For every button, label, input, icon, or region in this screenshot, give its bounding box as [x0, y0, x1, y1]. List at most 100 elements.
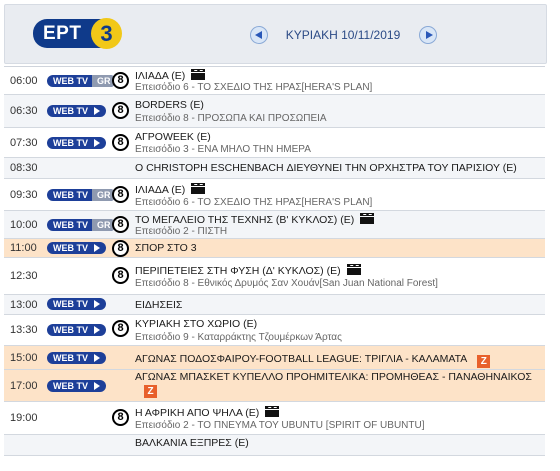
row-time: 09:30 — [10, 189, 38, 201]
schedule-row[interactable]: 12:30 8 ΠΕΡΙΠΕΤΕΙΕΣ ΣΤΗ ΦΥΣΗ (Δ' ΚΥΚΛΟΣ)… — [4, 258, 545, 295]
play-arrow-icon — [94, 244, 100, 252]
webtv-badge[interactable]: WEB TV — [47, 242, 106, 254]
next-day-button[interactable] — [419, 26, 437, 44]
webtv-badge[interactable]: WEB TV — [47, 352, 106, 364]
program-title[interactable]: ΚΥΡΙΑΚΗ ΣΤΟ ΧΩΡΙΟ (E) — [135, 318, 257, 330]
arrow-right-icon — [426, 31, 433, 39]
clapperboard-icon — [346, 264, 361, 275]
webtv-label: WEB TV — [53, 243, 88, 253]
program-title: ΑΓΩΝΑΣ ΠΟΔΟΣΦΑΙΡΟΥ-FOOTBALL LEAGUE: ΤΡΙΓ… — [135, 353, 468, 365]
rating-8-icon: 8 — [112, 134, 129, 151]
program-title[interactable]: BORDERS (E) — [135, 99, 204, 111]
row-time: 13:00 — [10, 299, 38, 311]
rating-8-icon: 8 — [112, 409, 129, 426]
program-title: ΙΛΙΑΔΑ (E) — [135, 70, 186, 82]
program-title: Η ΑΦΡΙΚΗ ΑΠΟ ΨΗΛΑ (E) — [135, 407, 260, 419]
webtv-label: WEB TV — [53, 353, 88, 363]
logo-number: 3 — [91, 18, 122, 49]
clapperboard-icon — [191, 183, 206, 194]
rating-8-icon: 8 — [112, 102, 129, 119]
schedule-row[interactable]: 07:30 WEB TV 8 ΑΓΡΟWEEK (E) Επεισόδιο 3 … — [4, 128, 545, 158]
episode-title: Επεισόδιο 8 - ΠΡΟΣΩΠΑ ΚΑΙ ΠΡΟΣΩΠΕΙΑ — [135, 113, 327, 124]
program-title[interactable]: Ο CHRISTOPH ESCHENBACH ΔΙΕΥΘΥΝΕΙ ΤΗΝ ΟΡΧ… — [135, 162, 517, 174]
schedule-row[interactable]: 09:30 WEB TV GR 8 ΙΛΙΑΔΑ (E) Επεισόδιο 6 … — [4, 179, 545, 211]
episode-title: Επεισόδιο 6 - ΤΟ ΣΧΕΔΙΟ ΤΗΣ ΗΡΑΣ[HERA'S … — [135, 197, 373, 208]
zapping-icon[interactable]: Z — [144, 385, 157, 398]
program-title: ΙΛΙΑΔΑ (E) — [135, 184, 186, 196]
webtv-label: WEB TV — [53, 220, 88, 230]
episode-title: Επεισόδιο 9 - Καταρράκτης Τζουμέρκων Άρτ… — [135, 332, 342, 343]
episode-title: Επεισόδιο 2 - ΤΟ ΠΝΕΥΜΑ ΤΟΥ UBUNTU [SPIR… — [135, 420, 425, 431]
schedule-row[interactable]: 08:30 Ο CHRISTOPH ESCHENBACH ΔΙΕΥΘΥΝΕΙ Τ… — [4, 158, 545, 179]
program-title-line[interactable]: ΠΕΡΙΠΕΤΕΙΕΣ ΣΤΗ ΦΥΣΗ (Δ' ΚΥΚΛΟΣ) (E) — [135, 264, 361, 277]
schedule-row[interactable]: 19:00 8 Η ΑΦΡΙΚΗ ΑΠΟ ΨΗΛΑ (E) Επεισόδιο … — [4, 402, 545, 435]
row-time: 12:30 — [10, 270, 38, 282]
program-title[interactable]: ΑΓΡΟWEEK (E) — [135, 131, 211, 143]
row-time: 13:30 — [10, 324, 38, 336]
clapperboard-icon — [191, 69, 206, 80]
row-time: 06:30 — [10, 105, 38, 117]
row-time: 10:00 — [10, 219, 38, 231]
rating-8-icon: 8 — [112, 186, 129, 203]
clapperboard-icon — [265, 406, 280, 417]
play-arrow-icon — [94, 139, 100, 147]
schedule-list: 06:00 WEB TV GR 8 ΙΛΙΑΔΑ (E) Επεισόδιο 6 … — [4, 66, 545, 456]
webtv-badge[interactable]: WEB TV — [47, 298, 106, 310]
program-title[interactable]: ΕΙΔΗΣΕΙΣ — [135, 299, 182, 311]
program-title[interactable]: ΒΑΛΚΑΝΙΑ ΕΞΠΡΕΣ (E) — [135, 437, 249, 449]
play-arrow-icon — [94, 107, 100, 115]
arrow-left-icon — [255, 31, 262, 39]
webtv-label: WEB TV — [53, 190, 88, 200]
program-title-line[interactable]: ΤΟ ΜΕΓΑΛΕΙΟ ΤΗΣ ΤΕΧΝΗΣ (Β' ΚΥΚΛΟΣ) (E) — [135, 213, 375, 226]
program-title[interactable]: ΑΓΩΝΑΣ ΜΠΑΣΚΕΤ ΚΥΠΕΛΛΟ ΠΡΟΗΜΙΤΕΛΙΚΑ: ΠΡΟ… — [135, 371, 532, 383]
schedule-row[interactable]: 13:30 WEB TV 8 ΚΥΡΙΑΚΗ ΣΤΟ ΧΩΡΙΟ (E) Επε… — [4, 315, 545, 346]
rating-8-icon: 8 — [112, 320, 129, 337]
webtv-label: WEB TV — [53, 138, 88, 148]
play-arrow-icon — [94, 354, 100, 362]
program-title: ΠΕΡΙΠΕΤΕΙΕΣ ΣΤΗ ΦΥΣΗ (Δ' ΚΥΚΛΟΣ) (E) — [135, 265, 341, 277]
webtv-badge[interactable]: WEB TV — [47, 324, 106, 336]
schedule-row[interactable]: 17:00 WEB TV ΑΓΩΝΑΣ ΜΠΑΣΚΕΤ ΚΥΠΕΛΛΟ ΠΡΟΗ… — [4, 370, 545, 402]
row-time: 06:00 — [10, 75, 38, 87]
program-title: ΤΟ ΜΕΓΑΛΕΙΟ ΤΗΣ ΤΕΧΝΗΣ (Β' ΚΥΚΛΟΣ) (E) — [135, 214, 355, 226]
rating-8-icon: 8 — [112, 240, 129, 257]
play-arrow-icon — [94, 326, 100, 334]
episode-title: Επεισόδιο 6 - ΤΟ ΣΧΕΔΙΟ ΤΗΣ ΗΡΑΣ[HERA'S … — [135, 82, 373, 93]
program-title-line[interactable]: ΙΛΙΑΔΑ (E) — [135, 69, 206, 82]
rating-8-icon: 8 — [112, 216, 129, 233]
webtv-badge[interactable]: WEB TV — [47, 137, 106, 149]
program-title[interactable]: ΣΠΟΡ ΣΤΟ 3 — [135, 242, 197, 254]
webtv-badge[interactable]: WEB TV — [47, 105, 106, 117]
row-time: 19:00 — [10, 412, 38, 424]
schedule-row[interactable]: ΒΑΛΚΑΝΙΑ ΕΞΠΡΕΣ (E) — [4, 435, 545, 456]
rating-8-icon: 8 — [112, 72, 129, 89]
episode-title: Επεισόδιο 8 - Εθνικός Δρυμός Σαν Χουάν[S… — [135, 278, 438, 289]
webtv-gr-badge[interactable]: WEB TV GR — [47, 75, 116, 87]
schedule-row[interactable]: 06:30 WEB TV 8 BORDERS (E) Επεισόδιο 8 -… — [4, 95, 545, 128]
webtv-gr-badge[interactable]: WEB TV GR — [47, 219, 116, 231]
program-title-line[interactable]: ΙΛΙΑΔΑ (E) — [135, 183, 206, 196]
row-time: 17:00 — [10, 380, 38, 392]
schedule-row[interactable]: 06:00 WEB TV GR 8 ΙΛΙΑΔΑ (E) Επεισόδιο 6 … — [4, 67, 545, 95]
webtv-label: WEB TV — [53, 325, 88, 335]
schedule-row[interactable]: 13:00 WEB TV ΕΙΔΗΣΕΙΣ — [4, 295, 545, 315]
schedule-row[interactable]: 15:00 WEB TV ΑΓΩΝΑΣ ΠΟΔΟΣΦΑΙΡΟΥ-FOOTBALL… — [4, 346, 545, 370]
play-arrow-icon — [94, 300, 100, 308]
row-time: 15:00 — [10, 352, 38, 364]
play-arrow-icon — [94, 382, 100, 390]
program-title-line[interactable]: Η ΑΦΡΙΚΗ ΑΠΟ ΨΗΛΑ (E) — [135, 406, 280, 419]
date-label: ΚΥΡΙΑΚΗ 10/11/2019 — [285, 28, 401, 42]
schedule-row[interactable]: 11:00 WEB TV 8 ΣΠΟΡ ΣΤΟ 3 — [4, 239, 545, 258]
webtv-label: WEB TV — [53, 76, 88, 86]
previous-day-button[interactable] — [250, 26, 268, 44]
episode-title: Επεισόδιο 2 - ΠΙΣΤΗ — [135, 226, 228, 237]
webtv-badge[interactable]: WEB TV — [47, 380, 106, 392]
webtv-label: WEB TV — [53, 106, 88, 116]
row-time: 08:30 — [10, 162, 38, 174]
episode-title: Επεισόδιο 3 - ΕΝΑ ΜΗΛΟ ΤΗΝ ΗΜΕΡΑ — [135, 144, 311, 155]
schedule-row[interactable]: 10:00 WEB TV GR 8 ΤΟ ΜΕΓΑΛΕΙΟ ΤΗΣ ΤΕΧΝΗΣ … — [4, 211, 545, 239]
zapping-icon[interactable]: Z — [477, 355, 491, 368]
webtv-gr-badge[interactable]: WEB TV GR — [47, 189, 116, 201]
webtv-label: WEB TV — [53, 299, 88, 309]
program-title-line[interactable]: ΑΓΩΝΑΣ ΠΟΔΟΣΦΑΙΡΟΥ-FOOTBALL LEAGUE: ΤΡΙΓ… — [135, 353, 491, 368]
